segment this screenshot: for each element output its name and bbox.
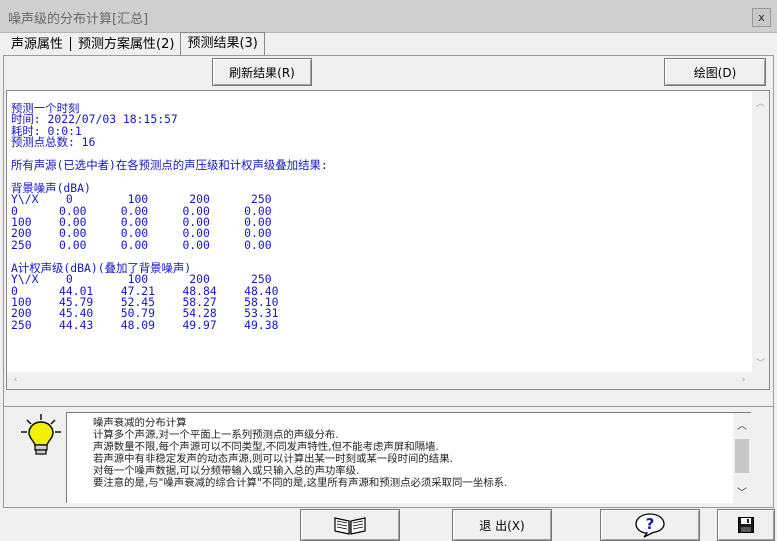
help-area: 噪声衰减的分布计算 计算多个声源,对一个平面上一系列预测点的声级分布. 声源数量… <box>3 406 774 508</box>
help-description-text: 噪声衰减的分布计算 计算多个声源,对一个平面上一系列预测点的声级分布. 声源数量… <box>93 417 508 489</box>
draw-button[interactable]: 绘图(D) <box>664 58 766 86</box>
exit-label: 退 出(X) <box>479 518 525 533</box>
refresh-label: 刷新结果(R) <box>229 65 295 80</box>
results-output[interactable]: 预测一个时刻 时间: 2022/07/03 18:15:57 耗时: 0:0:1… <box>6 90 770 390</box>
book-icon <box>334 517 366 535</box>
scroll-up-icon[interactable]: ︿ <box>755 96 766 109</box>
help-description[interactable]: 噪声衰减的分布计算 计算多个声源,对一个平面上一系列预测点的声级分布. 声源数量… <box>66 412 751 503</box>
window-title: 噪声级的分布计算[汇总] <box>8 12 149 27</box>
scroll-right-icon[interactable]: › <box>738 375 749 386</box>
tab-separator <box>70 37 72 51</box>
manual-button[interactable] <box>300 509 400 541</box>
results-text: 预测一个时刻 时间: 2022/07/03 18:15:57 耗时: 0:0:1… <box>11 103 328 332</box>
tab-scheme-properties[interactable]: 预测方案属性(2) <box>72 35 180 55</box>
help-icon: ? <box>635 513 665 538</box>
scroll-thumb[interactable] <box>735 439 749 473</box>
scroll-up-icon[interactable]: ︿ <box>736 417 748 432</box>
draw-label: 绘图(D) <box>693 65 737 80</box>
refresh-button[interactable]: 刷新结果(R) <box>212 58 312 86</box>
tab-source-properties[interactable]: 声源属性 <box>5 35 69 55</box>
tab-strip: 声源属性 预测方案属性(2) 预测结果(3) <box>5 32 265 55</box>
save-button[interactable] <box>717 509 775 541</box>
help-symbol: ? <box>646 515 655 533</box>
help-scrollbar[interactable]: ︿ ﹀ <box>733 413 751 503</box>
scroll-left-icon[interactable]: ‹ <box>10 375 21 386</box>
bottom-toolbar: 退 出(X) ? <box>0 507 777 541</box>
lightbulb-icon <box>21 414 61 455</box>
scroll-down-icon[interactable]: ﹀ <box>736 484 748 499</box>
exit-button[interactable]: 退 出(X) <box>452 509 552 541</box>
scroll-down-icon[interactable]: ﹀ <box>755 356 766 369</box>
tab-results[interactable]: 预测结果(3) <box>180 32 265 55</box>
scrollbar-corner <box>752 372 769 389</box>
save-icon <box>738 517 754 533</box>
results-horizontal-scrollbar[interactable]: ‹ › <box>7 372 752 389</box>
close-button[interactable]: x <box>752 8 771 27</box>
results-vertical-scrollbar[interactable]: ︿ ﹀ <box>752 91 769 372</box>
help-button[interactable]: ? <box>600 509 700 541</box>
close-icon: x <box>758 11 765 24</box>
title-bar: 噪声级的分布计算[汇总] x <box>0 0 777 33</box>
